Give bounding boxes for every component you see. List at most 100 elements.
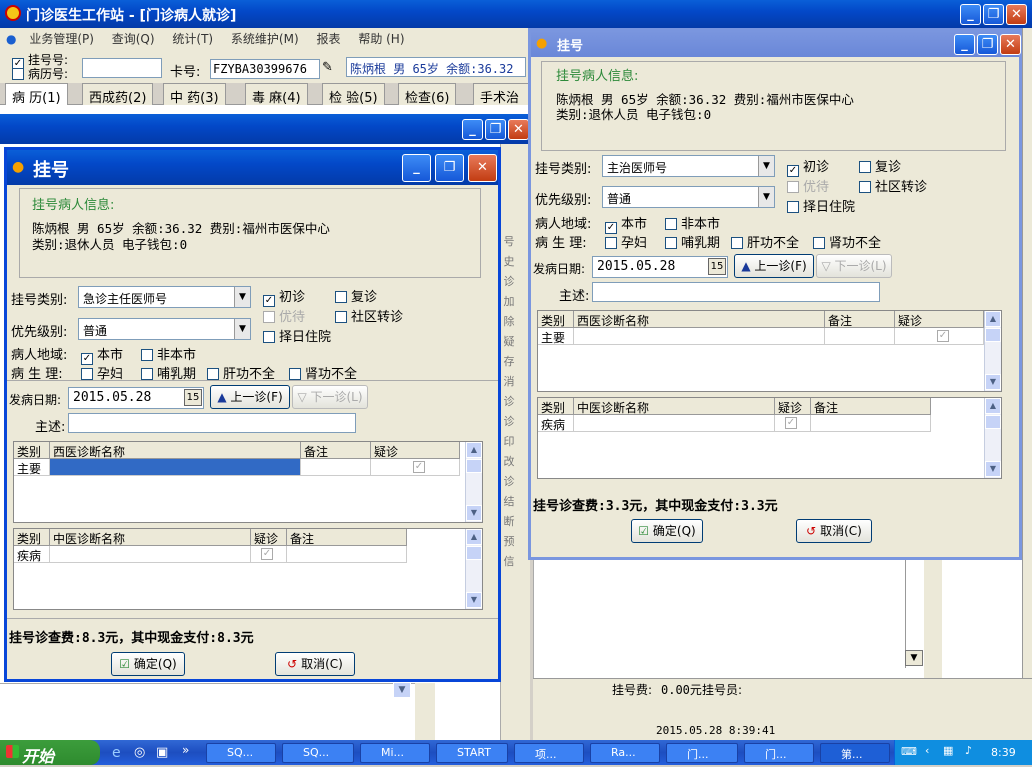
card-reader-icon[interactable]: ✎ <box>322 60 333 75</box>
side-button-9[interactable]: 诊 <box>502 413 516 431</box>
menu-query[interactable]: 查询(Q) <box>105 28 162 47</box>
quicklaunch-media-icon[interactable]: ◎ <box>134 745 145 760</box>
taskbar-item-start[interactable]: START <box>436 743 508 763</box>
taskbar-item-project[interactable]: 项... <box>514 743 584 763</box>
dialog-a-complaint-input[interactable] <box>68 413 356 433</box>
card-input[interactable]: FZYBA30399676 <box>210 59 320 79</box>
dialog-b-kidney-checkbox[interactable]: 肾功不全 <box>813 232 881 251</box>
tray-network-icon[interactable]: ▦ <box>943 744 953 757</box>
tray-expand-icon[interactable]: ‹ <box>925 744 929 757</box>
dialog-b-calendar-icon[interactable]: 15 <box>708 258 726 275</box>
taskbar-item-di[interactable]: 第... <box>820 743 890 763</box>
dialog-b-maximize-button[interactable]: ❐ <box>977 34 998 55</box>
side-button-2[interactable]: 诊 <box>502 273 516 291</box>
dialog-b-lactation-checkbox[interactable]: 哺乳期 <box>665 232 720 251</box>
menu-help[interactable]: 帮助 (H) <box>351 28 411 47</box>
side-button-7[interactable]: 消 <box>502 373 516 391</box>
taskbar-item-clinic1[interactable]: 门... <box>666 743 738 763</box>
dialog-b-west-scrollbar[interactable]: ▲ ▼ <box>984 311 1001 391</box>
dialog-a-priority-select[interactable]: 普通 ▼ <box>78 318 251 340</box>
dialog-b-revisit-checkbox[interactable]: 复诊 <box>859 156 901 175</box>
taskbar-item-mi[interactable]: Mi... <box>360 743 430 763</box>
dialog-a-type-select[interactable]: 急诊主任医师号 ▼ <box>78 286 251 308</box>
side-button-0[interactable]: 号 <box>502 233 516 251</box>
dialog-b-close-button[interactable]: ✕ <box>1000 34 1021 55</box>
bingli-checkbox[interactable]: 病历号: <box>12 65 68 82</box>
dialog-b-cancel-button[interactable]: ↺ 取消(C) <box>796 519 872 543</box>
quicklaunch-more-icon[interactable]: » <box>182 743 189 757</box>
child-close-button[interactable]: ✕ <box>508 119 529 140</box>
dialog-a-tcm-scrollbar[interactable]: ▲ ▼ <box>465 529 482 609</box>
dialog-a-city-checkbox[interactable]: ✓ 本市 <box>81 344 123 365</box>
dialog-a-first-visit-checkbox[interactable]: ✓ 初诊 <box>263 286 305 307</box>
tab-lab-test[interactable]: 检 验(5) <box>322 83 385 106</box>
dialog-b-priority-select[interactable]: 普通 ▼ <box>602 186 775 208</box>
side-button-15[interactable]: 预 <box>502 533 516 551</box>
tray-keyboard-icon[interactable]: ⌨ <box>901 745 917 758</box>
dialog-a-noncity-checkbox[interactable]: 非本市 <box>141 344 196 363</box>
start-button[interactable]: 开始 <box>0 740 100 766</box>
dialog-a-tcm-row-name[interactable] <box>50 546 251 563</box>
tab-surgery[interactable]: 手术治疗 <box>473 83 530 105</box>
dialog-b-prev-visit-button[interactable]: ▲ 上一诊(F) <box>734 254 814 278</box>
dialog-b-city-checkbox[interactable]: ✓ 本市 <box>605 213 647 234</box>
dialog-a-ok-button[interactable]: ☑ 确定(Q) <box>111 652 185 676</box>
tab-examination[interactable]: 检查(6) <box>398 83 457 106</box>
main-minimize-button[interactable]: _ <box>960 4 981 25</box>
dialog-b-west-row-name[interactable] <box>574 328 825 345</box>
taskbar-item-ra[interactable]: Ra... <box>590 743 660 763</box>
menu-business[interactable]: 业务管理(P) <box>22 28 101 47</box>
dialog-a-community-checkbox[interactable]: 社区转诊 <box>335 306 403 325</box>
tab-narcotics[interactable]: 毒 麻(4) <box>245 83 308 106</box>
side-button-13[interactable]: 结 <box>502 493 516 511</box>
menu-stats[interactable]: 统计(T) <box>165 28 220 47</box>
dialog-b-pregnant-checkbox[interactable]: 孕妇 <box>605 232 647 251</box>
side-button-5[interactable]: 疑 <box>502 333 516 351</box>
taskbar-item-clinic2[interactable]: 门... <box>744 743 814 763</box>
dialog-a-west-row-note[interactable] <box>301 459 371 476</box>
side-button-11[interactable]: 改 <box>502 453 516 471</box>
dialog-a-west-row-name[interactable] <box>50 459 301 476</box>
dialog-a-minimize-button[interactable]: _ <box>402 154 431 182</box>
dialog-b-west-row-note[interactable] <box>825 328 895 345</box>
dialog-a-west-scrollbar[interactable]: ▲ ▼ <box>465 442 482 522</box>
taskbar-item-sq2[interactable]: SQ... <box>282 743 354 763</box>
dialog-a-close-button[interactable]: ✕ <box>468 154 497 182</box>
dialog-b-hospital-checkbox[interactable]: 择日住院 <box>787 196 855 215</box>
dialog-b-noncity-checkbox[interactable]: 非本市 <box>665 213 720 232</box>
dialog-a-calendar-icon[interactable]: 15 <box>184 389 202 406</box>
tab-chinese-medicine[interactable]: 中 药(3) <box>163 83 226 106</box>
dialog-a-maximize-button[interactable]: ❐ <box>435 154 464 182</box>
side-button-12[interactable]: 诊 <box>502 473 516 491</box>
quicklaunch-ie-icon[interactable]: e <box>112 745 121 761</box>
menu-report[interactable]: 报表 <box>309 28 347 47</box>
child-maximize-button[interactable]: ❐ <box>485 119 506 140</box>
dialog-b-liver-checkbox[interactable]: 肝功不全 <box>731 232 799 251</box>
dialog-a-prev-visit-button[interactable]: ▲ 上一诊(F) <box>210 385 290 409</box>
side-button-16[interactable]: 信 <box>502 553 516 571</box>
dialog-b-tcm-row-note[interactable] <box>811 415 931 432</box>
side-button-10[interactable]: 印 <box>502 433 516 451</box>
dialog-b-tcm-row-name[interactable] <box>574 415 775 432</box>
dialog-b-type-select[interactable]: 主治医师号 ▼ <box>602 155 775 177</box>
dialog-a-hospital-checkbox[interactable]: 择日住院 <box>263 326 331 345</box>
taskbar-item-sq1[interactable]: SQ... <box>206 743 276 763</box>
side-button-3[interactable]: 加 <box>502 293 516 311</box>
tab-medical-record[interactable]: 病 历(1) <box>5 83 68 106</box>
tab-western-medicine[interactable]: 西成药(2) <box>82 83 154 106</box>
side-button-14[interactable]: 断 <box>502 513 516 531</box>
dialog-b-community-checkbox[interactable]: 社区转诊 <box>859 176 927 195</box>
child-minimize-button[interactable]: _ <box>462 119 483 140</box>
dialog-b-west-row-suspect[interactable]: ✓ <box>895 328 984 345</box>
main-maximize-button[interactable]: ❐ <box>983 4 1004 25</box>
dialog-a-cancel-button[interactable]: ↺ 取消(C) <box>275 652 355 676</box>
dialog-b-complaint-input[interactable] <box>592 282 880 302</box>
dialog-a-tcm-row-note[interactable] <box>287 546 407 563</box>
dialog-a-west-row-suspect[interactable]: ✓ <box>371 459 460 476</box>
dialog-a-tcm-row-suspect[interactable]: ✓ <box>251 546 287 563</box>
main-close-button[interactable]: ✕ <box>1006 4 1027 25</box>
side-button-6[interactable]: 存 <box>502 353 516 371</box>
menu-maintenance[interactable]: 系统维护(M) <box>224 28 306 47</box>
side-button-4[interactable]: 除 <box>502 313 516 331</box>
main-lower-dropdown-arrow[interactable]: ▼ <box>393 682 411 698</box>
